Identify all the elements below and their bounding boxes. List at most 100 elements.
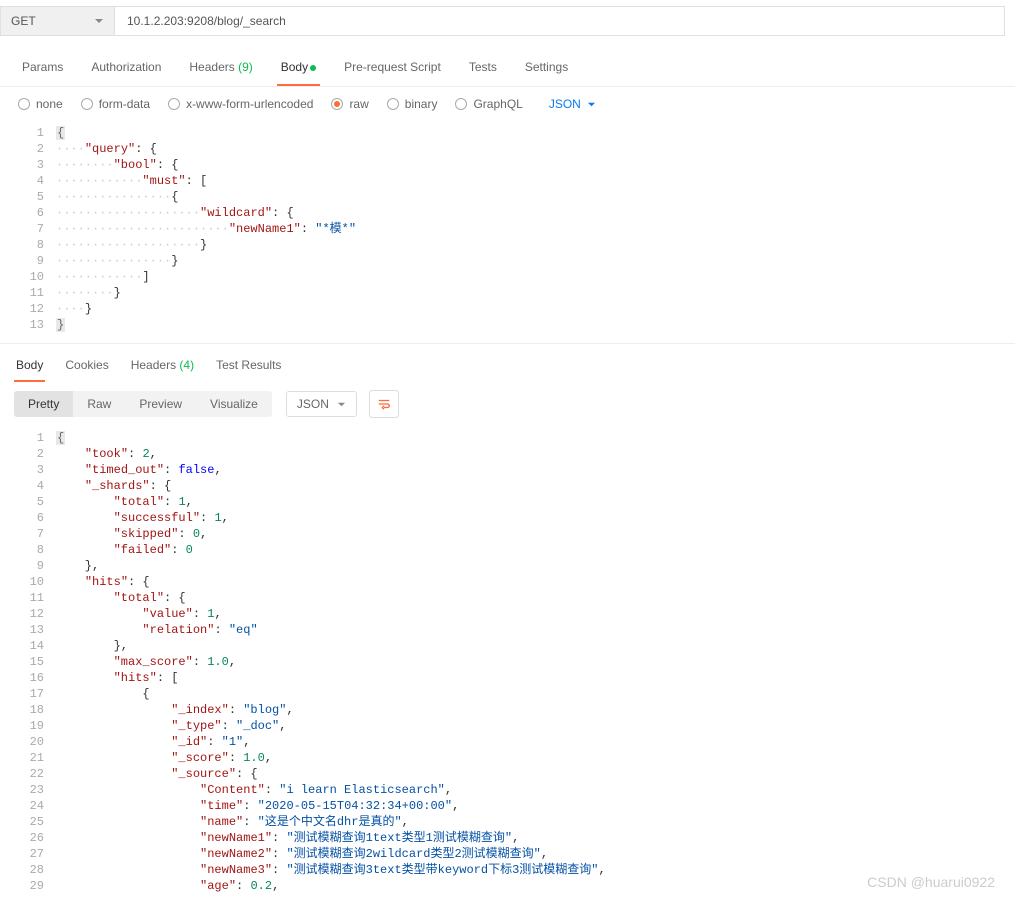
tab-headers[interactable]: Headers (9) xyxy=(185,54,256,86)
line-number: 5 xyxy=(0,189,56,205)
body-type-none[interactable]: none xyxy=(18,97,63,111)
code-content: "timed_out": false, xyxy=(56,462,222,478)
code-content: "took": 2, xyxy=(56,446,157,462)
code-line: 21 "_score": 1.0, xyxy=(0,750,1015,766)
tab-params[interactable]: Params xyxy=(18,54,67,86)
code-content: "newName2": "测试模糊查询2wildcard类型2测试模糊查询", xyxy=(56,846,548,862)
code-line: 3········"bool": { xyxy=(0,157,1015,173)
body-type-label: none xyxy=(36,97,63,111)
tab-settings[interactable]: Settings xyxy=(521,54,572,86)
line-number: 28 xyxy=(0,862,56,878)
body-type-form-data[interactable]: form-data xyxy=(81,97,150,111)
response-tabs: Body Cookies Headers (4) Test Results xyxy=(0,343,1015,382)
line-number: 2 xyxy=(0,141,56,157)
code-line: 27 "newName2": "测试模糊查询2wildcard类型2测试模糊查询… xyxy=(0,846,1015,862)
line-number: 8 xyxy=(0,542,56,558)
line-number: 14 xyxy=(0,638,56,654)
code-line: 12····} xyxy=(0,301,1015,317)
tab-body[interactable]: Body xyxy=(277,54,320,86)
code-content: "successful": 1, xyxy=(56,510,229,526)
code-content: "value": 1, xyxy=(56,606,222,622)
line-number: 23 xyxy=(0,782,56,798)
radio-icon xyxy=(168,98,180,110)
code-content: "name": "这是个中文名dhr是真的", xyxy=(56,814,409,830)
code-content: }, xyxy=(56,558,99,574)
code-content: "skipped": 0, xyxy=(56,526,207,542)
code-line: 9 }, xyxy=(0,558,1015,574)
code-content: "_score": 1.0, xyxy=(56,750,272,766)
code-content: "relation": "eq" xyxy=(56,622,258,638)
watermark: CSDN @huarui0922 xyxy=(867,874,995,890)
response-toolbar: PrettyRawPreviewVisualize JSON xyxy=(0,382,1015,426)
code-line: 8····················} xyxy=(0,237,1015,253)
view-raw[interactable]: Raw xyxy=(73,391,125,417)
line-number: 12 xyxy=(0,606,56,622)
response-tab-cookies[interactable]: Cookies xyxy=(63,354,110,382)
line-number: 10 xyxy=(0,574,56,590)
code-line: 10 "hits": { xyxy=(0,574,1015,590)
body-type-x-www-form-urlencoded[interactable]: x-www-form-urlencoded xyxy=(168,97,313,111)
tab-authorization[interactable]: Authorization xyxy=(87,54,165,86)
line-number: 26 xyxy=(0,830,56,846)
view-pretty[interactable]: Pretty xyxy=(14,391,73,417)
code-line: 2 "took": 2, xyxy=(0,446,1015,462)
body-type-raw[interactable]: raw xyxy=(331,97,368,111)
response-format-select[interactable]: JSON xyxy=(286,391,357,417)
code-content: "hits": { xyxy=(56,574,150,590)
wrap-icon xyxy=(377,397,391,411)
body-type-label: binary xyxy=(405,97,438,111)
code-line: 11 "total": { xyxy=(0,590,1015,606)
code-line: 9················} xyxy=(0,253,1015,269)
tab-tests[interactable]: Tests xyxy=(465,54,501,86)
body-type-binary[interactable]: binary xyxy=(387,97,438,111)
line-number: 3 xyxy=(0,462,56,478)
view-preview[interactable]: Preview xyxy=(125,391,196,417)
code-line: 7························"newName1": "*模… xyxy=(0,221,1015,237)
chevron-down-icon xyxy=(587,100,596,109)
line-number: 1 xyxy=(0,125,56,141)
line-number: 4 xyxy=(0,478,56,494)
code-content: } xyxy=(56,317,65,333)
code-content: ····} xyxy=(56,301,92,317)
code-content: }, xyxy=(56,638,128,654)
code-content: { xyxy=(56,125,65,141)
url-input[interactable]: 10.1.2.203:9208/blog/_search xyxy=(115,6,1005,36)
radio-icon xyxy=(18,98,30,110)
line-number: 6 xyxy=(0,205,56,221)
line-number: 16 xyxy=(0,670,56,686)
response-tab-test-results[interactable]: Test Results xyxy=(214,354,283,382)
view-visualize[interactable]: Visualize xyxy=(196,391,272,417)
line-number: 15 xyxy=(0,654,56,670)
code-line: 12 "value": 1, xyxy=(0,606,1015,622)
code-content: "max_score": 1.0, xyxy=(56,654,236,670)
code-line: 7 "skipped": 0, xyxy=(0,526,1015,542)
response-tab-headers[interactable]: Headers (4) xyxy=(129,354,196,382)
line-number: 10 xyxy=(0,269,56,285)
line-number: 7 xyxy=(0,526,56,542)
code-content: ················} xyxy=(56,253,178,269)
code-content: "_index": "blog", xyxy=(56,702,294,718)
line-number: 22 xyxy=(0,766,56,782)
body-lang-select[interactable]: JSON xyxy=(549,97,596,111)
code-content: "newName1": "测试模糊查询1text类型1测试模糊查询", xyxy=(56,830,519,846)
code-line: 1{ xyxy=(0,125,1015,141)
tab-pre-request-script[interactable]: Pre-request Script xyxy=(340,54,445,86)
chevron-down-icon xyxy=(337,400,346,409)
body-type-row: none form-data x-www-form-urlencoded raw bin… xyxy=(0,87,1015,121)
code-line: 26 "newName1": "测试模糊查询1text类型1测试模糊查询", xyxy=(0,830,1015,846)
request-tabs: Params Authorization Headers (9) Body Pre-re… xyxy=(0,42,1015,87)
code-line: 19 "_type": "_doc", xyxy=(0,718,1015,734)
body-type-GraphQL[interactable]: GraphQL xyxy=(455,97,522,111)
http-method-select[interactable]: GET xyxy=(0,6,115,36)
code-line: 17 { xyxy=(0,686,1015,702)
request-body-editor[interactable]: 1{2····"query": {3········"bool": {4····… xyxy=(0,121,1015,337)
code-content: "_shards": { xyxy=(56,478,171,494)
code-line: 13 "relation": "eq" xyxy=(0,622,1015,638)
code-content: "_type": "_doc", xyxy=(56,718,286,734)
wrap-lines-button[interactable] xyxy=(369,390,399,418)
response-tab-body[interactable]: Body xyxy=(14,354,45,382)
line-number: 17 xyxy=(0,686,56,702)
code-line: 25 "name": "这是个中文名dhr是真的", xyxy=(0,814,1015,830)
response-body-viewer[interactable]: 1{2 "took": 2,3 "timed_out": false,4 "_s… xyxy=(0,426,1015,898)
code-line: 6····················"wildcard": { xyxy=(0,205,1015,221)
